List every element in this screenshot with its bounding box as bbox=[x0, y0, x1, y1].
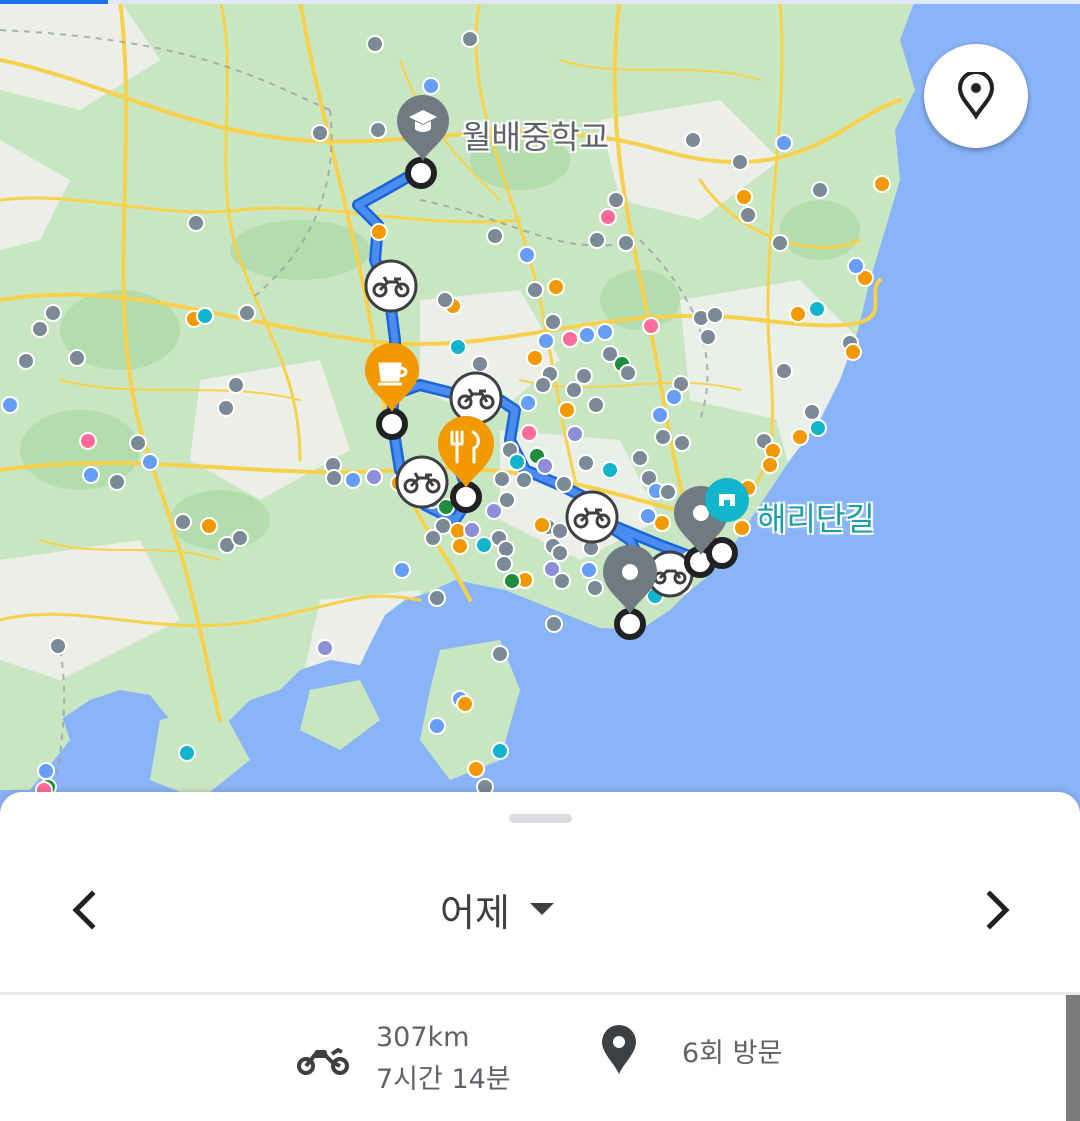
motorcycle-icon bbox=[364, 259, 418, 313]
motorcycle-icon bbox=[449, 371, 503, 425]
location-pin-icon bbox=[602, 1025, 636, 1074]
bottom-sheet: 어제 307km 7시간 14분 6회 방문 bbox=[0, 792, 1080, 1121]
locate-button[interactable] bbox=[924, 44, 1028, 148]
motorcycle-icon bbox=[565, 490, 619, 544]
previous-day-button[interactable] bbox=[54, 880, 114, 940]
duration-value: 7시간 14분 bbox=[376, 1064, 511, 1095]
location-pin-icon bbox=[622, 564, 638, 580]
school-label[interactable]: 월배중학교 bbox=[462, 112, 609, 158]
trip-summary[interactable]: 307km 7시간 14분 6회 방문 bbox=[0, 995, 1080, 1121]
location-pin-icon bbox=[957, 72, 995, 120]
shop-icon bbox=[719, 494, 735, 506]
distance-stat: 307km 7시간 14분 bbox=[296, 1017, 511, 1101]
visits-stat: 6회 방문 bbox=[600, 1025, 782, 1075]
next-day-button[interactable] bbox=[968, 880, 1028, 940]
street-label[interactable]: 해리단길 bbox=[757, 494, 875, 540]
motorcycle-icon bbox=[395, 455, 449, 509]
drag-handle[interactable] bbox=[509, 814, 572, 823]
date-label: 어제 bbox=[440, 890, 510, 935]
caret-down-icon bbox=[529, 903, 554, 915]
top-progress-bar bbox=[0, 0, 1080, 4]
scrollbar[interactable] bbox=[1066, 995, 1080, 1121]
date-dropdown[interactable]: 어제 bbox=[440, 874, 556, 944]
motorcycle-icon bbox=[297, 1047, 349, 1075]
visits-value: 6회 방문 bbox=[682, 1037, 783, 1069]
map-view[interactable]: 월배중학교 해리단길 bbox=[0, 0, 1080, 820]
street-pin bbox=[705, 478, 749, 522]
chevron-left-icon bbox=[72, 890, 96, 930]
distance-value: 307km bbox=[376, 1022, 470, 1053]
chevron-right-icon bbox=[986, 890, 1010, 930]
